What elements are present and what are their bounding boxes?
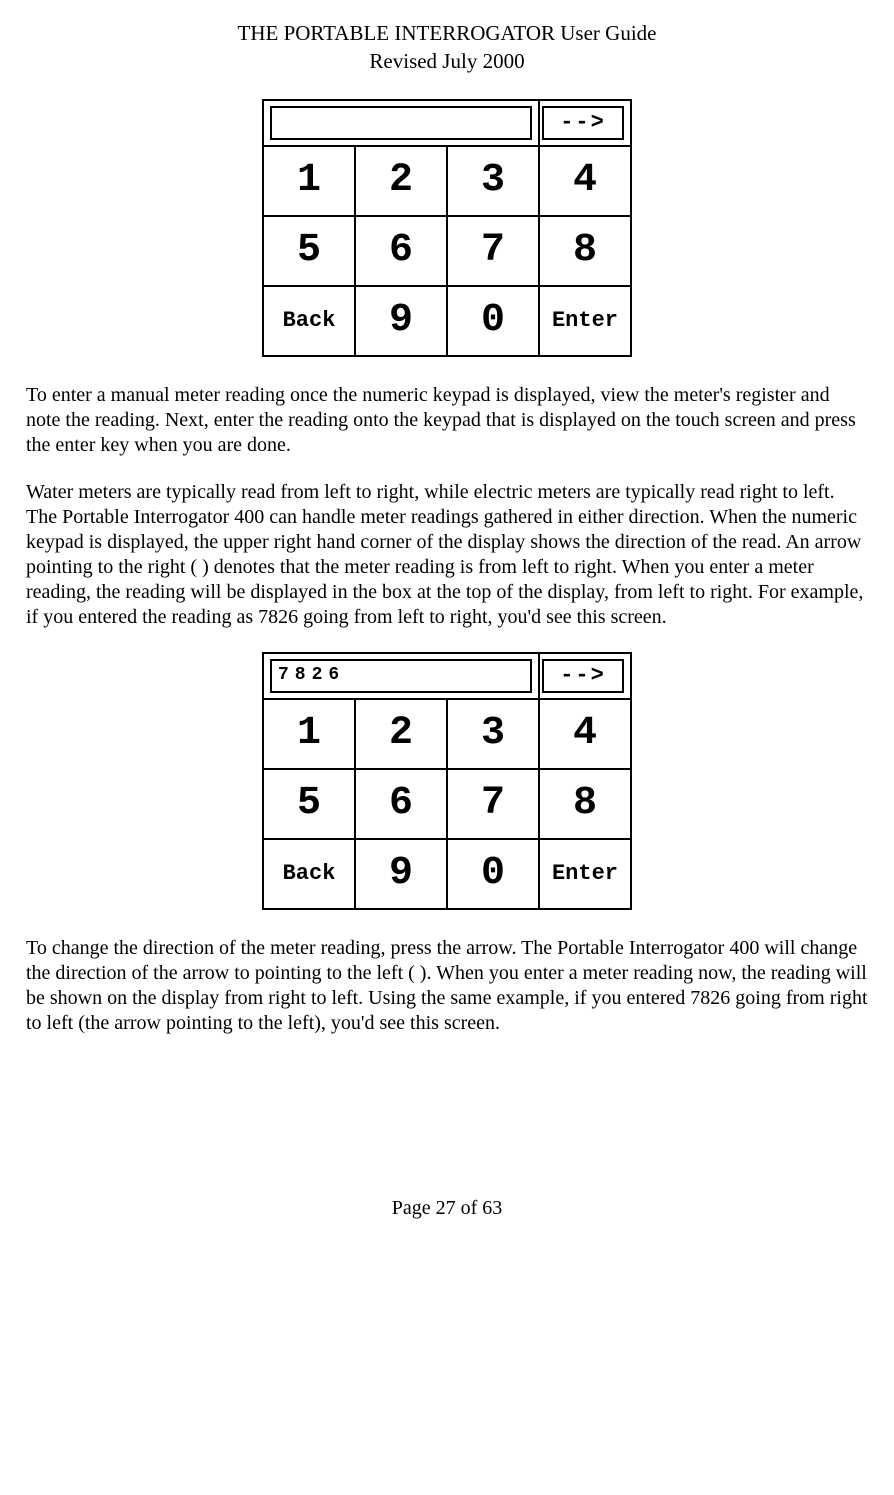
key-enter[interactable]: Enter	[540, 287, 630, 355]
key-2[interactable]: 2	[356, 147, 446, 215]
key-1[interactable]: 1	[264, 147, 354, 215]
direction-arrow-button[interactable]: -->	[542, 106, 624, 140]
reading-display[interactable]	[270, 106, 532, 140]
keypad-figure-1: --> 1 2 3 4 5 6 7 8 Back 9 0 Enter	[26, 99, 868, 357]
direction-arrow-cell: -->	[539, 100, 631, 146]
paragraph-2: Water meters are typically read from lef…	[26, 480, 868, 630]
doc-title: THE PORTABLE INTERROGATOR User Guide	[26, 20, 868, 46]
key-0[interactable]: 0	[448, 840, 538, 908]
key-7[interactable]: 7	[448, 217, 538, 285]
reading-display-cell	[263, 100, 539, 146]
page-header: THE PORTABLE INTERROGATOR User Guide Rev…	[26, 20, 868, 75]
key-6[interactable]: 6	[356, 770, 446, 838]
key-8[interactable]: 8	[540, 770, 630, 838]
key-5[interactable]: 5	[264, 770, 354, 838]
keypad-2: 7826 --> 1 2 3 4 5 6 7 8 Back 9 0 Enter	[262, 652, 632, 910]
paragraph-3: To change the direction of the meter rea…	[26, 936, 868, 1036]
key-1[interactable]: 1	[264, 700, 354, 768]
key-3[interactable]: 3	[448, 700, 538, 768]
direction-arrow-cell: -->	[539, 653, 631, 699]
keypad-1: --> 1 2 3 4 5 6 7 8 Back 9 0 Enter	[262, 99, 632, 357]
keypad-figure-2: 7826 --> 1 2 3 4 5 6 7 8 Back 9 0 Enter	[26, 652, 868, 910]
key-5[interactable]: 5	[264, 217, 354, 285]
page-footer: Page 27 of 63	[26, 1196, 868, 1221]
key-2[interactable]: 2	[356, 700, 446, 768]
key-3[interactable]: 3	[448, 147, 538, 215]
key-enter[interactable]: Enter	[540, 840, 630, 908]
reading-display[interactable]: 7826	[270, 659, 532, 693]
key-4[interactable]: 4	[540, 147, 630, 215]
key-back[interactable]: Back	[264, 287, 354, 355]
direction-arrow-button[interactable]: -->	[542, 659, 624, 693]
key-7[interactable]: 7	[448, 770, 538, 838]
key-0[interactable]: 0	[448, 287, 538, 355]
key-8[interactable]: 8	[540, 217, 630, 285]
paragraph-1: To enter a manual meter reading once the…	[26, 383, 868, 458]
key-9[interactable]: 9	[356, 840, 446, 908]
key-6[interactable]: 6	[356, 217, 446, 285]
key-4[interactable]: 4	[540, 700, 630, 768]
key-9[interactable]: 9	[356, 287, 446, 355]
reading-display-cell: 7826	[263, 653, 539, 699]
doc-subtitle: Revised July 2000	[26, 48, 868, 74]
key-back[interactable]: Back	[264, 840, 354, 908]
